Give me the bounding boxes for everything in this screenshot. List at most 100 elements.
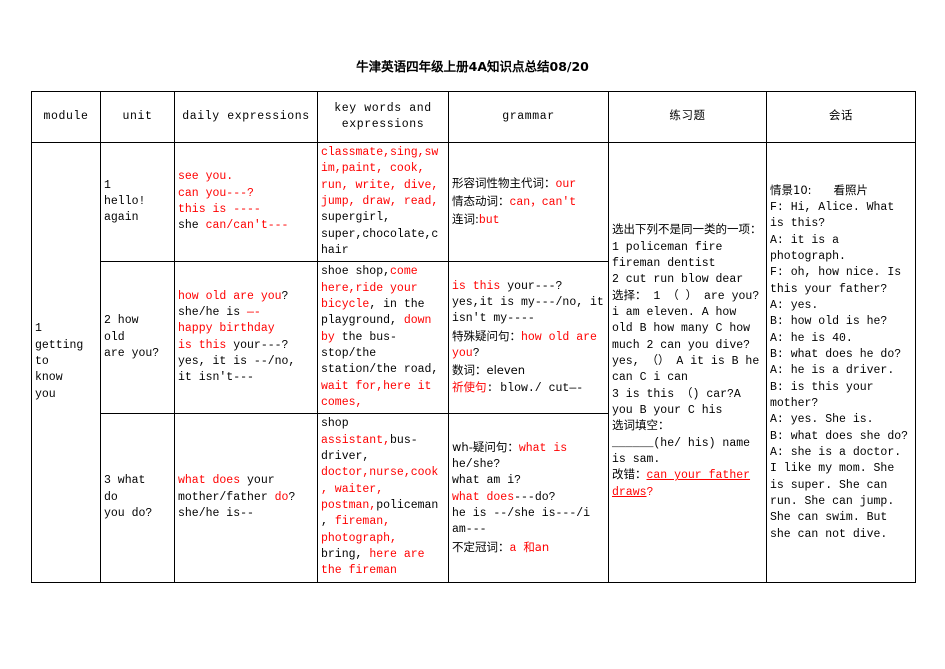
unit-cell-3: 3 what do you do? [100, 413, 175, 583]
practice-line-1: 选出下列不是同一类的一项：1 policeman fire fireman de… [612, 224, 762, 271]
dialogue-line: A: she is a doctor. I like my mom. She i… [770, 445, 902, 541]
daily-1-line-4-red: can/can't--- [205, 219, 289, 233]
key-words-cell-2: shoe shop,come here,ride your bicycle, i… [317, 261, 449, 415]
grammar-1-line-1-label: 形容词性物主代词： [452, 175, 556, 190]
practice-line-4: 3 is this （) car?A you B your C his [612, 387, 741, 418]
dialogue-cell: 情景10: 看照片 F: Hi, Alice. What is this? A:… [766, 142, 916, 583]
daily-3-line-1: what does your mother/father do? [178, 473, 314, 506]
dialogue-line: A: yes. [770, 298, 819, 312]
table-body: 1 getting to know you 1 hello! again see… [31, 141, 916, 583]
key-words-1-text: classmate,sing,swim,paint, cook, run, wr… [321, 145, 445, 259]
grammar-3-line-1-red: what is [518, 441, 568, 455]
unit-1-line-2: hello! [104, 194, 146, 208]
daily-2-line-4-red: is this [178, 338, 234, 352]
unit-cell-1: 1 hello! again [100, 141, 175, 263]
module-line-5: you [35, 387, 56, 401]
daily-expressions-cell-3: what does your mother/father do? she/he … [174, 413, 318, 583]
dialogue-scene-title-text: 看照片 [833, 182, 868, 197]
unit-1-line-3: again [104, 211, 139, 225]
dialogue-line: B: is this your mother? [770, 380, 874, 410]
grammar-3-line-4: he is --/she is---/i am--- [452, 507, 591, 537]
daily-2-line-1-red: how old are you [178, 289, 282, 303]
daily-1-line-3: this is ---- [178, 203, 261, 217]
key-words-3-seg-2: assistant, [321, 433, 391, 447]
unit-3-line-1: 3 what [104, 474, 146, 488]
grammar-2-line-3-label: 特殊疑问句： [452, 328, 521, 343]
dialogue-line: A: he is 40. [770, 331, 853, 345]
grammar-2-line-1: is this your---? [452, 279, 605, 295]
unit-2-line-1: 2 how [104, 314, 139, 328]
grammar-2-line-5: 祈使句: blow./ cut—- [452, 379, 605, 397]
daily-2-line-4-black: your---? [233, 338, 289, 352]
daily-expressions-cell-2: how old are you? she/he is —- happy birt… [174, 261, 318, 415]
key-words-line-2: expressions [341, 118, 425, 131]
header-row: module unit daily expressions key words … [31, 91, 916, 143]
dialogue-line: B: what does she do? [770, 429, 909, 443]
practice-correction-end: ? [646, 485, 654, 499]
daily-2-line-2: she/he is —- [178, 305, 314, 321]
column-header-daily-expressions: daily expressions [174, 91, 318, 143]
dialogue-line: A: he is a driver. [770, 364, 895, 378]
grammar-1-line-3-red: but [478, 214, 500, 228]
dialogue-line: F: Hi, Alice. What is this? [770, 200, 895, 231]
grammar-3-line-1-black: he/she? [452, 458, 501, 472]
column-header-unit: unit [100, 91, 175, 143]
daily-2-line-1-black: ? [281, 289, 289, 303]
grammar-2-line-4: 数词：eleven [452, 363, 526, 378]
daily-1-line-2: can you---? [178, 186, 254, 200]
practice-cell: 选出下列不是同一类的一项：1 policeman fire fireman de… [608, 142, 767, 583]
practice-line-5: 选词填空： [612, 420, 670, 434]
grammar-cell-2: is this your---? yes,it is my---/no, it … [448, 261, 609, 415]
grammar-3-line-5-label: 不定冠词： [452, 539, 510, 554]
key-words-3-seg-1: shop [321, 417, 349, 431]
grammar-2-line-3-black: ? [472, 346, 480, 360]
key-words-1-black: supergirl, super,chocolate,chair [321, 211, 439, 257]
dialogue-line: A: yes. She is. [770, 413, 874, 427]
key-words-cell-1: classmate,sing,swim,paint, cook, run, wr… [317, 141, 449, 263]
column-header-key-words: key words and expressions [317, 91, 449, 143]
module-line-1: 1 [35, 322, 42, 336]
daily-1-line-4: she can/can't--- [178, 218, 314, 234]
daily-3-line-1-red-2: do [274, 490, 289, 504]
practice-line-7: 改错：can your father draws? [612, 468, 763, 501]
column-header-grammar: grammar [448, 91, 609, 143]
column-header-dialogue: 会话 [766, 91, 916, 143]
daily-2-line-3: happy birthday [178, 322, 275, 336]
practice-line-2: 2 cut run blow dear [612, 273, 744, 287]
grammar-cell-1: 形容词性物主代词：our 情态动词：can，can't 连词:but [448, 141, 609, 263]
practice-line-6: ______(he/ his) name is sam. [612, 436, 751, 467]
grammar-3-line-1-label: wh-疑问句： [452, 439, 519, 454]
dialogue-scene-header: 情景10: 看照片 [770, 182, 912, 200]
daily-3-line-1-black-2: ? [288, 490, 296, 504]
key-words-line-1: key words and [334, 101, 432, 115]
table-row: 1 getting to know you 1 hello! again see… [31, 141, 916, 583]
module-line-2: getting [35, 338, 84, 352]
grammar-1-line-2-label: 情态动词： [452, 193, 510, 208]
key-words-2-seg-1: shoe shop, [321, 265, 391, 279]
grammar-1-line-1: 形容词性物主代词：our [452, 175, 605, 193]
daily-2-line-5: yes, it is --/no, it isn't--- [178, 355, 296, 385]
grammar-3-line-5-red: a [509, 541, 524, 555]
key-words-2-seg-7: wait for, [321, 379, 384, 393]
dialogue-line: F: oh, how nice. Is this your father? [770, 266, 902, 296]
module-line-3: to [35, 355, 49, 369]
module-cell: 1 getting to know you [31, 142, 101, 583]
dialogue-line: B: how old is he? [770, 315, 888, 329]
grammar-2-line-1-red: is this [452, 279, 508, 293]
grammar-3-line-5: 不定冠词：a 和an [452, 539, 605, 557]
grammar-3-line-2: what am i? [452, 474, 522, 488]
table-header: module unit daily expressions key words … [31, 91, 916, 143]
column-header-module: module [31, 91, 101, 143]
grammar-2-line-1-black: your---? [507, 279, 563, 293]
grammar-1-line-1-red: our [555, 177, 577, 191]
grammar-3-line-3-red: what does [452, 490, 515, 504]
daily-2-line-4: is this your---? [178, 338, 314, 354]
grammar-3-line-5-cjk: 和an [523, 539, 550, 554]
grammar-2-line-5-label: 祈使句 [452, 379, 487, 394]
knowledge-summary-table: module unit daily expressions key words … [31, 91, 916, 583]
unit-cell-2: 2 how old are you? [100, 261, 175, 415]
key-words-3-text: shop assistant,bus-driver, doctor,nurse,… [321, 416, 445, 579]
daily-2-line-2-red: —- [247, 306, 261, 320]
module-line-4: know [35, 371, 63, 385]
dialogue-scene-label: 情景10: [770, 182, 812, 197]
